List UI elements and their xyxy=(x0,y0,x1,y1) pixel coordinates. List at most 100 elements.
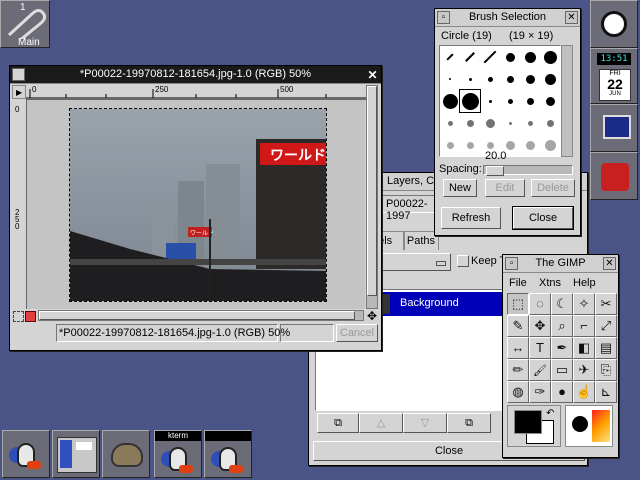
brush-cell[interactable] xyxy=(520,90,540,112)
brush-cell[interactable] xyxy=(500,90,520,112)
taskbar-launcher-penguin[interactable] xyxy=(2,430,50,478)
convolve-tool-button[interactable]: ◍ xyxy=(507,381,529,403)
brush-cell[interactable] xyxy=(520,46,540,68)
taskbar-launcher-gimp[interactable] xyxy=(102,430,150,478)
dock-monitor-app[interactable] xyxy=(590,104,638,152)
horizontal-scrollbar[interactable] xyxy=(38,310,364,321)
brush-cell[interactable] xyxy=(440,134,460,156)
ink-tool-button[interactable]: ✑ xyxy=(529,381,551,403)
brush-edit-button[interactable]: Edit xyxy=(485,179,525,197)
brush-cell[interactable] xyxy=(540,68,560,90)
paintbrush-tool-button[interactable]: 🖌 xyxy=(529,359,551,381)
brush-cell[interactable] xyxy=(540,90,560,112)
taskbar-item-window[interactable] xyxy=(204,430,252,478)
brush-cell[interactable] xyxy=(500,112,520,134)
brush-cell[interactable] xyxy=(440,46,460,68)
brush-cell[interactable] xyxy=(460,46,480,68)
toolbox-titlebar[interactable]: ▫ The GIMP ✕ xyxy=(503,255,618,273)
navigate-icon[interactable]: ✥ xyxy=(366,310,378,322)
horizontal-scrollbar-thumb[interactable] xyxy=(39,311,355,320)
crop-tool-button[interactable]: ⌐ xyxy=(573,315,595,337)
fuzzy-select-tool-button[interactable]: ✧ xyxy=(573,293,595,315)
brush-cell[interactable] xyxy=(500,68,520,90)
brush-refresh-button[interactable]: Refresh xyxy=(441,207,501,229)
brush-cell[interactable] xyxy=(460,68,480,90)
spacing-slider-thumb[interactable] xyxy=(486,166,504,176)
brush-cell[interactable] xyxy=(520,134,540,156)
brush-cell[interactable] xyxy=(460,134,480,156)
close-button[interactable]: ✕ xyxy=(366,68,379,81)
spacing-slider[interactable] xyxy=(483,165,573,176)
menu-file[interactable]: File xyxy=(509,277,527,289)
active-brush-preview[interactable] xyxy=(572,416,588,432)
brush-delete-button[interactable]: Delete xyxy=(531,179,575,197)
taskbar-item-kterm[interactable]: kterm xyxy=(154,430,202,478)
free-select-tool-button[interactable]: ☾ xyxy=(551,293,573,315)
brush-cell[interactable] xyxy=(520,68,540,90)
flip-tool-button[interactable]: ↔ xyxy=(507,337,529,359)
window-menu-button[interactable] xyxy=(12,68,25,81)
zoom-tool-button[interactable]: ⌕ xyxy=(551,315,573,337)
text-tool-button[interactable]: T xyxy=(529,337,551,359)
menu-help[interactable]: Help xyxy=(573,277,596,289)
duplicate-layer-button[interactable]: ⧉ xyxy=(447,413,491,433)
brush-cell[interactable] xyxy=(480,112,500,134)
vertical-scrollbar-thumb[interactable] xyxy=(367,86,377,296)
lower-layer-button[interactable]: ▽ xyxy=(403,413,447,433)
window-menu-button[interactable]: ▫ xyxy=(437,11,450,24)
brush-cell[interactable] xyxy=(440,68,460,90)
brush-cell[interactable] xyxy=(480,90,500,112)
image-titlebar[interactable]: *P00022-19970812-181654.jpg-1.0 (RGB) 50… xyxy=(10,66,381,84)
blend-tool-button[interactable]: ▤ xyxy=(595,337,617,359)
brush-cell[interactable] xyxy=(480,68,500,90)
move-tool-button[interactable]: ✥ xyxy=(529,315,551,337)
taskbar-launcher-filemanager[interactable] xyxy=(52,430,100,478)
dock-red-app[interactable] xyxy=(590,152,638,200)
vertical-scrollbar[interactable] xyxy=(366,85,378,309)
brush-titlebar[interactable]: ▫ Brush Selection ✕ xyxy=(435,9,580,27)
image-cancel-button[interactable]: Cancel xyxy=(336,324,378,342)
brush-cell[interactable] xyxy=(540,112,560,134)
transform-tool-button[interactable]: ⤢ xyxy=(595,315,617,337)
window-menu-button[interactable]: ▫ xyxy=(505,257,518,270)
ellipse-select-tool-button[interactable]: ◌ xyxy=(529,293,551,315)
dodge-tool-button[interactable]: ● xyxy=(551,381,573,403)
smudge-tool-button[interactable]: ☝ xyxy=(573,381,595,403)
eraser-tool-button[interactable]: ▭ xyxy=(551,359,573,381)
bucket-fill-tool-button[interactable]: ◧ xyxy=(573,337,595,359)
keep-trans-checkbox[interactable] xyxy=(457,255,469,267)
quick-mask-on-icon[interactable] xyxy=(25,311,36,322)
scissors-tool-button[interactable]: ✂ xyxy=(595,293,617,315)
color-picker-tool-button[interactable]: ✒ xyxy=(551,337,573,359)
brush-cell[interactable] xyxy=(440,90,460,112)
active-gradient-preview[interactable] xyxy=(592,410,610,442)
airbrush-tool-button[interactable]: ✈ xyxy=(573,359,595,381)
swap-colors-icon[interactable]: ↶ xyxy=(546,408,554,419)
brush-close-button[interactable]: Close xyxy=(513,207,573,229)
brush-cell[interactable] xyxy=(460,112,480,134)
desktop-pager[interactable]: 1 Main xyxy=(0,0,50,48)
close-button[interactable]: ✕ xyxy=(603,257,616,270)
close-button[interactable]: ✕ xyxy=(565,11,578,24)
brush-cell[interactable] xyxy=(520,112,540,134)
color-area[interactable]: ↶ xyxy=(507,405,561,447)
brush-cell[interactable] xyxy=(500,46,520,68)
brush-cell[interactable] xyxy=(440,112,460,134)
brush-grid-scrollbar[interactable] xyxy=(561,45,573,157)
brush-grid[interactable] xyxy=(439,45,561,157)
horizontal-ruler[interactable]: 0 250 500 xyxy=(26,85,366,100)
brush-cell[interactable] xyxy=(540,46,560,68)
brush-pattern-area[interactable] xyxy=(565,405,613,447)
pencil-tool-button[interactable]: ✏ xyxy=(507,359,529,381)
clone-tool-button[interactable]: ⎘ xyxy=(595,359,617,381)
foreground-color-swatch[interactable] xyxy=(514,410,542,434)
bezier-select-tool-button[interactable]: ✎ xyxy=(507,315,529,337)
measure-tool-button[interactable]: ⊾ xyxy=(595,381,617,403)
canvas-area[interactable]: ワールド ワールド xyxy=(27,100,365,309)
menu-xtns[interactable]: Xtns xyxy=(539,277,561,289)
raise-layer-button[interactable]: △ xyxy=(359,413,403,433)
dock-app-icon[interactable] xyxy=(590,0,638,48)
quick-mask-off-icon[interactable] xyxy=(13,311,24,322)
brush-cell[interactable] xyxy=(540,134,560,156)
vertical-ruler[interactable]: 0 2 5 0 xyxy=(12,99,27,309)
